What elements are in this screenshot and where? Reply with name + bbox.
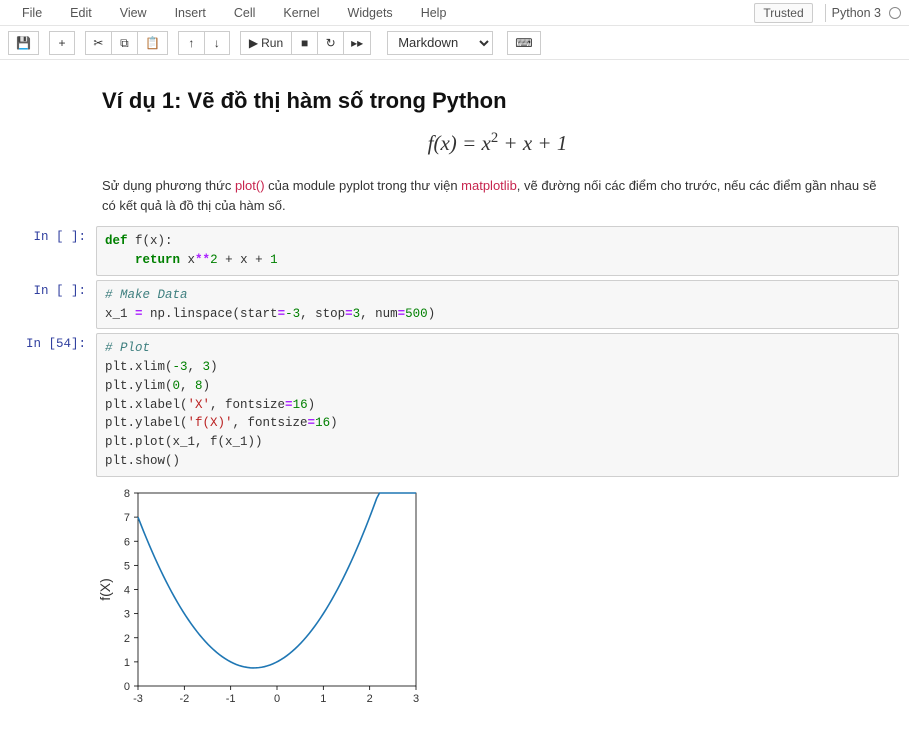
cut-button[interactable]: ✂ xyxy=(85,31,111,55)
menu-view[interactable]: View xyxy=(106,3,161,23)
cell-type-select[interactable]: Markdown xyxy=(387,31,493,55)
save-button[interactable]: 💾 xyxy=(8,31,39,55)
paragraph: Sử dụng phương thức plot() của module py… xyxy=(102,176,893,216)
notebook: Ví dụ 1: Vẽ đồ thị hàm số trong Python f… xyxy=(0,60,909,742)
svg-text:2: 2 xyxy=(124,632,130,644)
svg-text:7: 7 xyxy=(124,512,130,524)
menu-file[interactable]: File xyxy=(8,3,56,23)
keyboard-icon: ⌨ xyxy=(515,37,532,49)
svg-text:f(X): f(X) xyxy=(97,578,113,601)
menu-kernel[interactable]: Kernel xyxy=(269,3,333,23)
command-palette-button[interactable]: ⌨ xyxy=(507,31,540,55)
code-input[interactable]: # Plot plt.xlim(-3, 3) plt.ylim(0, 8) pl… xyxy=(96,333,899,476)
svg-text:5: 5 xyxy=(124,560,130,572)
svg-text:3: 3 xyxy=(124,608,130,620)
code-cell[interactable]: In [ ]: # Make Data x_1 = np.linspace(st… xyxy=(10,280,899,330)
svg-text:-3: -3 xyxy=(133,693,143,705)
trusted-indicator[interactable]: Trusted xyxy=(754,3,812,23)
plot-figure: 0 1 2 3 4 5 6 7 8 -3 -2 -1 0 1 2 3 f(X) xyxy=(96,487,426,712)
code-cell[interactable]: In [ ]: def f(x): return x**2 + x + 1 xyxy=(10,226,899,276)
move-up-button[interactable]: ↑ xyxy=(178,31,204,55)
svg-text:-2: -2 xyxy=(179,693,189,705)
svg-text:8: 8 xyxy=(124,488,130,500)
cell-output: 0 1 2 3 4 5 6 7 8 -3 -2 -1 0 1 2 3 f(X) xyxy=(96,481,899,712)
code-cell[interactable]: In [54]: # Plot plt.xlim(-3, 3) plt.ylim… xyxy=(10,333,899,476)
fast-forward-icon: ▸▸ xyxy=(351,37,363,49)
menu-help[interactable]: Help xyxy=(407,3,461,23)
save-icon: 💾 xyxy=(16,37,31,49)
interrupt-button[interactable]: ■ xyxy=(291,31,317,55)
code-input[interactable]: def f(x): return x**2 + x + 1 xyxy=(96,226,899,276)
restart-icon: ↻ xyxy=(326,37,336,49)
svg-text:2: 2 xyxy=(367,693,373,705)
heading: Ví dụ 1: Vẽ đồ thị hàm số trong Python xyxy=(102,88,893,114)
move-down-button[interactable]: ↓ xyxy=(204,31,230,55)
cell-prompt: In [54]: xyxy=(10,333,96,476)
svg-text:1: 1 xyxy=(320,693,326,705)
paste-button[interactable]: 📋 xyxy=(137,31,168,55)
cut-icon: ✂ xyxy=(93,37,103,49)
kernel-name[interactable]: Python 3 xyxy=(825,4,887,22)
menu-cell[interactable]: Cell xyxy=(220,3,270,23)
svg-text:6: 6 xyxy=(124,536,130,548)
stop-icon: ■ xyxy=(301,37,308,49)
run-label: Run xyxy=(261,36,283,50)
run-button[interactable]: ▶ Run xyxy=(240,31,291,55)
plus-icon: + xyxy=(58,37,65,49)
restart-button[interactable]: ↻ xyxy=(317,31,343,55)
svg-text:0: 0 xyxy=(124,681,130,693)
insert-cell-below-button[interactable]: + xyxy=(49,31,75,55)
paste-icon: 📋 xyxy=(145,37,160,49)
svg-text:-1: -1 xyxy=(226,693,236,705)
menu-widgets[interactable]: Widgets xyxy=(334,3,407,23)
equation: f(x) = x2 + x + 1 xyxy=(102,130,893,156)
svg-text:3: 3 xyxy=(413,693,419,705)
cell-prompt: In [ ]: xyxy=(10,280,96,330)
restart-run-all-button[interactable]: ▸▸ xyxy=(343,31,371,55)
svg-text:4: 4 xyxy=(124,584,130,596)
code-input[interactable]: # Make Data x_1 = np.linspace(start=-3, … xyxy=(96,280,899,330)
arrow-down-icon: ↓ xyxy=(214,37,220,49)
menu-insert[interactable]: Insert xyxy=(161,3,220,23)
toolbar: 💾 + ✂ ⧉ 📋 ↑ ↓ ▶ Run ■ ↻ ▸▸ Markdown ⌨ xyxy=(0,26,909,60)
play-icon: ▶ xyxy=(249,37,258,49)
cell-prompt xyxy=(10,78,96,222)
menu-edit[interactable]: Edit xyxy=(56,3,106,23)
menubar: File Edit View Insert Cell Kernel Widget… xyxy=(0,0,909,26)
svg-text:1: 1 xyxy=(124,656,130,668)
markdown-content: Ví dụ 1: Vẽ đồ thị hàm số trong Python f… xyxy=(96,78,899,222)
copy-button[interactable]: ⧉ xyxy=(111,31,137,55)
copy-icon: ⧉ xyxy=(120,37,129,49)
markdown-cell[interactable]: Ví dụ 1: Vẽ đồ thị hàm số trong Python f… xyxy=(10,78,899,222)
cell-prompt: In [ ]: xyxy=(10,226,96,276)
arrow-up-icon: ↑ xyxy=(188,37,194,49)
kernel-status-icon xyxy=(889,7,901,19)
svg-text:0: 0 xyxy=(274,693,280,705)
